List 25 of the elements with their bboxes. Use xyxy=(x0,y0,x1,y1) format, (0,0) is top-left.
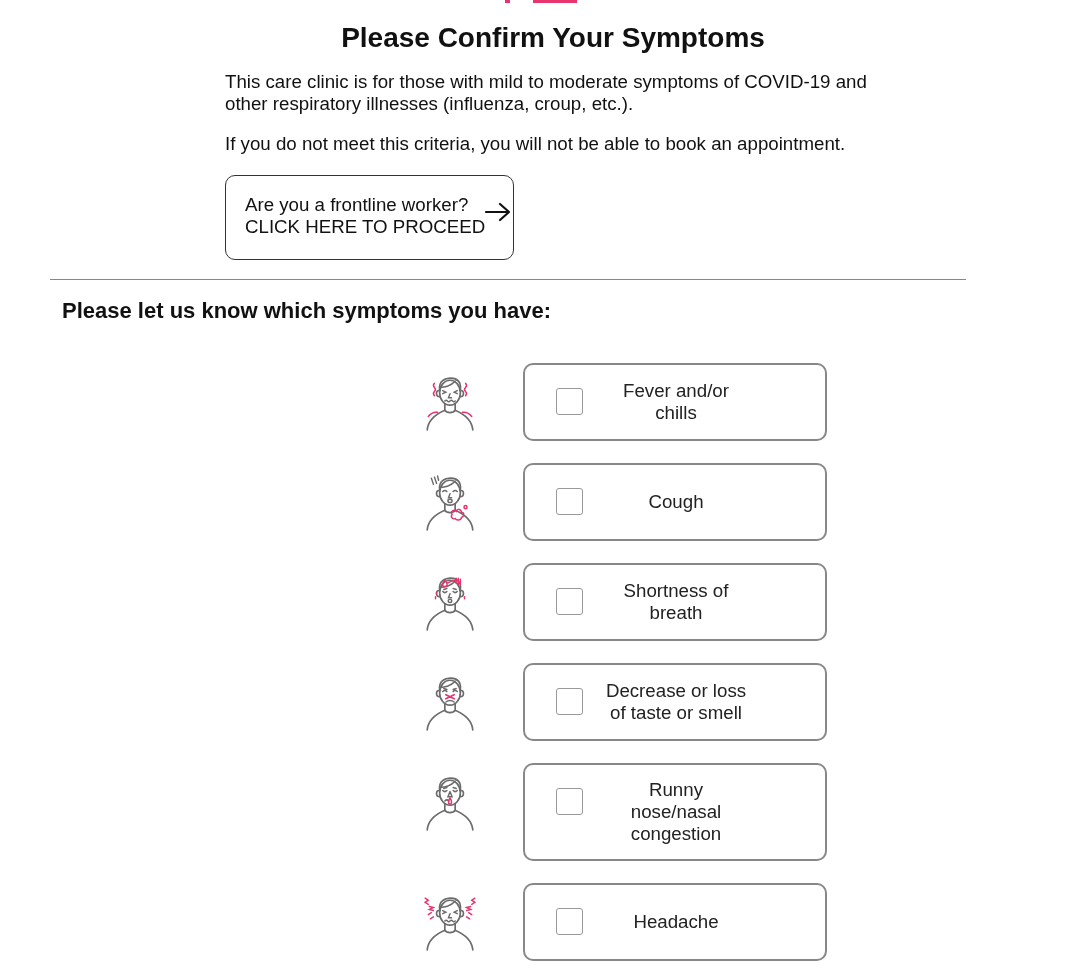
symptom-option[interactable]: Runny nose/nasal congestion xyxy=(523,763,827,861)
checkbox[interactable] xyxy=(556,788,583,815)
logo-drawing xyxy=(505,0,577,4)
intro-paragraph: This care clinic is for those with mild to moderate symptoms of COVID-19 and other respiratory illnesses (influenza, croup, etc.). xyxy=(225,71,868,115)
checkbox[interactable] xyxy=(556,388,583,415)
symptom-option[interactable]: Headache xyxy=(523,883,827,961)
intro-paragraph: If you do not meet this criteria, you will not be able to book an appointment. xyxy=(225,133,847,155)
symptom-label: Runny nose/nasal congestion xyxy=(629,779,723,845)
symptom-option[interactable]: Fever and/or chills xyxy=(523,363,827,441)
symptom-label: Cough xyxy=(648,491,704,513)
symptom-label: Shortness of breath xyxy=(622,580,730,624)
checkbox[interactable] xyxy=(556,488,583,515)
symptom-label: Decrease or loss of taste or smell xyxy=(604,680,748,724)
right-arrow-icon xyxy=(485,202,512,222)
symptom-option[interactable]: Decrease or loss of taste or smell xyxy=(523,663,827,741)
frontline-worker-button[interactable]: Are you a frontline worker? CLICK HERE TO PROCEED xyxy=(225,175,515,260)
symptom-label: Fever and/or chills xyxy=(622,380,730,424)
symptoms-heading: Please let us know which symptoms you have: xyxy=(62,299,553,323)
checkbox[interactable] xyxy=(556,688,583,715)
symptom-option[interactable]: Cough xyxy=(523,463,827,541)
page-title: Please Confirm Your Symptoms xyxy=(340,23,766,53)
checkbox[interactable] xyxy=(556,908,583,935)
symptom-option[interactable]: Shortness of breath xyxy=(523,563,827,641)
checkbox[interactable] xyxy=(556,588,583,615)
symptom-label: Headache xyxy=(633,911,719,933)
